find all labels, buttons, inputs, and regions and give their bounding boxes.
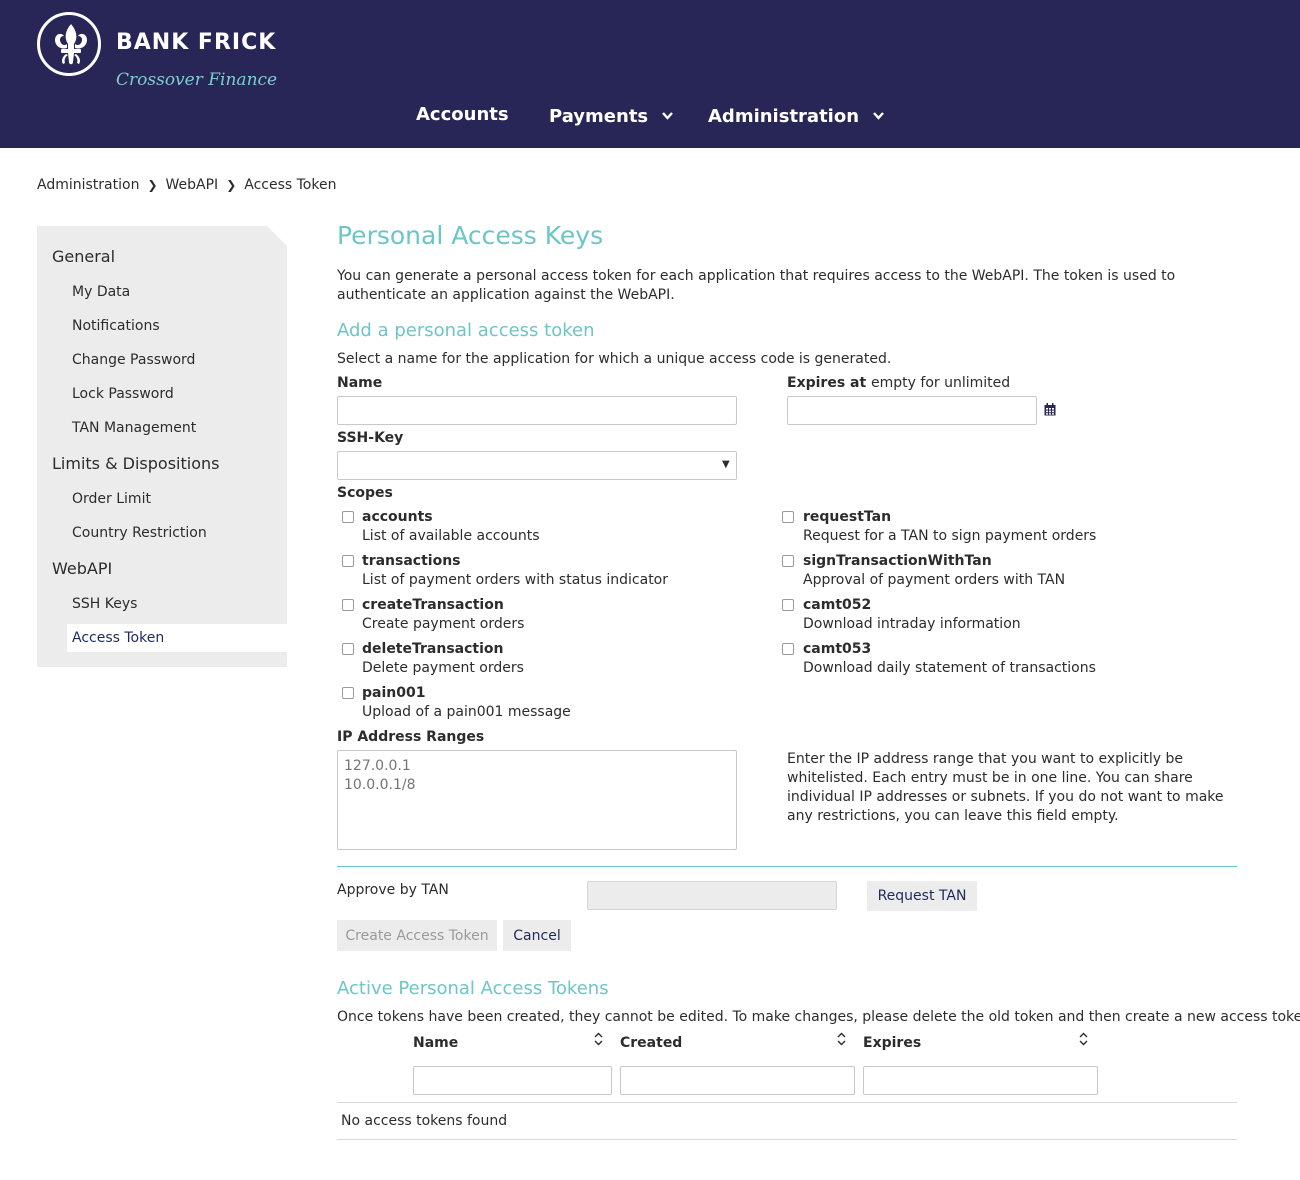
column-header-expires[interactable]: Expires [863, 1035, 921, 1051]
expires-label-text: Expires at [787, 375, 867, 391]
scope-pain001-name: pain001 [362, 685, 426, 701]
breadcrumb-access-token: Access Token [244, 177, 337, 193]
scopes-label: Scopes [337, 485, 393, 501]
sidebar-item-change-password[interactable]: Change Password [72, 352, 195, 368]
ip-ranges-label: IP Address Ranges [337, 729, 485, 745]
sidebar-item-lock-password[interactable]: Lock Password [72, 386, 174, 402]
approve-by-tan-label: Approve by TAN [337, 882, 449, 898]
scope-request-tan-checkbox[interactable] [782, 511, 794, 523]
expires-input[interactable] [787, 396, 1037, 425]
chevron-down-icon [873, 104, 885, 125]
nav-payments[interactable]: Payments [549, 104, 674, 127]
scope-transactions-desc: List of payment orders with status indic… [362, 572, 669, 588]
intro-text: You can generate a personal access token… [337, 268, 1176, 303]
scope-request-tan-name: requestTan [803, 509, 892, 525]
add-token-title: Add a personal access token [337, 320, 595, 341]
scope-sign-transaction-name: signTransactionWithTan [803, 553, 992, 569]
breadcrumb-administration[interactable]: Administration [37, 177, 139, 193]
ip-ranges-help: Enter the IP address range that you want… [787, 751, 1224, 824]
scope-camt053-name: camt053 [803, 641, 872, 657]
scope-sign-transaction-desc: Approval of payment orders with TAN [803, 572, 1066, 588]
scope-transactions-checkbox[interactable] [342, 555, 354, 567]
nav-administration[interactable]: Administration [708, 104, 885, 127]
scope-camt052-name: camt052 [803, 597, 872, 613]
scope-accounts-desc: List of available accounts [362, 528, 540, 544]
scope-pain001-checkbox[interactable] [342, 687, 354, 699]
brand-name: BANK FRICK [116, 30, 277, 55]
scope-camt053-checkbox[interactable] [782, 643, 794, 655]
scope-create-transaction-name: createTransaction [362, 597, 504, 613]
section-divider [337, 866, 1237, 867]
scope-camt052-desc: Download intraday information [803, 616, 1021, 632]
scope-delete-transaction-desc: Delete payment orders [362, 660, 524, 676]
name-input[interactable] [337, 396, 737, 425]
table-divider [337, 1139, 1237, 1140]
active-tokens-title: Active Personal Access Tokens [337, 978, 609, 999]
scope-pain001-desc: Upload of a pain001 message [362, 704, 571, 720]
sidebar-item-order-limit[interactable]: Order Limit [72, 491, 151, 507]
chevron-right-icon: ❯ [147, 178, 158, 192]
request-tan-button[interactable]: Request TAN [867, 881, 977, 911]
calendar-icon[interactable] [1044, 403, 1056, 420]
ssh-key-label: SSH-Key [337, 430, 404, 446]
sort-icon[interactable] [837, 1032, 846, 1050]
ssh-key-select[interactable] [337, 451, 737, 480]
table-divider [337, 1102, 1237, 1103]
sidebar-item-country-restriction[interactable]: Country Restriction [72, 525, 207, 541]
sort-icon[interactable] [1079, 1032, 1088, 1050]
scope-accounts-checkbox[interactable] [342, 511, 354, 523]
nav-payments-label: Payments [549, 106, 649, 127]
nav-administration-label: Administration [708, 106, 860, 127]
name-label: Name [337, 375, 383, 391]
scope-create-transaction-desc: Create payment orders [362, 616, 525, 632]
filter-created-input[interactable] [620, 1066, 855, 1095]
scope-delete-transaction-name: deleteTransaction [362, 641, 504, 657]
page-title: Personal Access Keys [337, 221, 604, 250]
empty-table-message: No access tokens found [341, 1113, 508, 1129]
scope-transactions-name: transactions [362, 553, 461, 569]
scope-delete-transaction-checkbox[interactable] [342, 643, 354, 655]
sidebar-item-my-data[interactable]: My Data [72, 284, 130, 300]
nav-accounts-label: Accounts [416, 104, 509, 125]
column-header-created[interactable]: Created [620, 1035, 682, 1051]
expires-hint: empty for unlimited [871, 375, 1011, 391]
sidebar-corner [267, 226, 287, 246]
sidebar-item-tan-management[interactable]: TAN Management [72, 420, 196, 436]
top-header: BANK FRICK Crossover Finance Accounts Pa… [0, 0, 1300, 148]
sidebar-item-ssh-keys[interactable]: SSH Keys [72, 596, 137, 612]
cancel-button[interactable]: Cancel [503, 920, 571, 951]
create-access-token-button[interactable]: Create Access Token [337, 920, 497, 951]
expires-label: Expires at empty for unlimited [787, 375, 1010, 391]
chevron-down-icon [662, 104, 674, 125]
ip-ranges-textarea[interactable] [337, 750, 737, 850]
breadcrumb: Administration ❯ WebAPI ❯ Access Token [37, 177, 336, 193]
scope-request-tan-desc: Request for a TAN to sign payment orders [803, 528, 1097, 544]
fleur-de-lis-icon[interactable] [37, 12, 101, 76]
sort-icon[interactable] [594, 1032, 603, 1050]
add-token-description: Select a name for the application for wh… [337, 351, 892, 367]
active-tokens-description: Once tokens have been created, they cann… [337, 1009, 1300, 1025]
sidebar-group-general: General [52, 247, 116, 266]
column-header-name[interactable]: Name [413, 1035, 458, 1051]
scope-accounts-name: accounts [362, 509, 433, 525]
scope-create-transaction-checkbox[interactable] [342, 599, 354, 611]
filter-name-input[interactable] [413, 1066, 612, 1095]
brand-tagline: Crossover Finance [116, 70, 278, 90]
sidebar-group-limits: Limits & Dispositions [52, 454, 220, 473]
nav-accounts[interactable]: Accounts [416, 104, 509, 125]
sidebar: General My Data Notifications Change Pas… [37, 226, 287, 667]
scope-camt053-desc: Download daily statement of transactions [803, 660, 1096, 676]
filter-expires-input[interactable] [863, 1066, 1098, 1095]
breadcrumb-webapi[interactable]: WebAPI [166, 177, 219, 193]
chevron-right-icon: ❯ [226, 178, 237, 192]
sidebar-item-access-token[interactable]: Access Token [67, 624, 287, 652]
scope-camt052-checkbox[interactable] [782, 599, 794, 611]
scope-sign-transaction-checkbox[interactable] [782, 555, 794, 567]
tan-input [587, 881, 837, 910]
sidebar-item-notifications[interactable]: Notifications [72, 318, 160, 334]
sidebar-group-webapi: WebAPI [52, 559, 113, 578]
